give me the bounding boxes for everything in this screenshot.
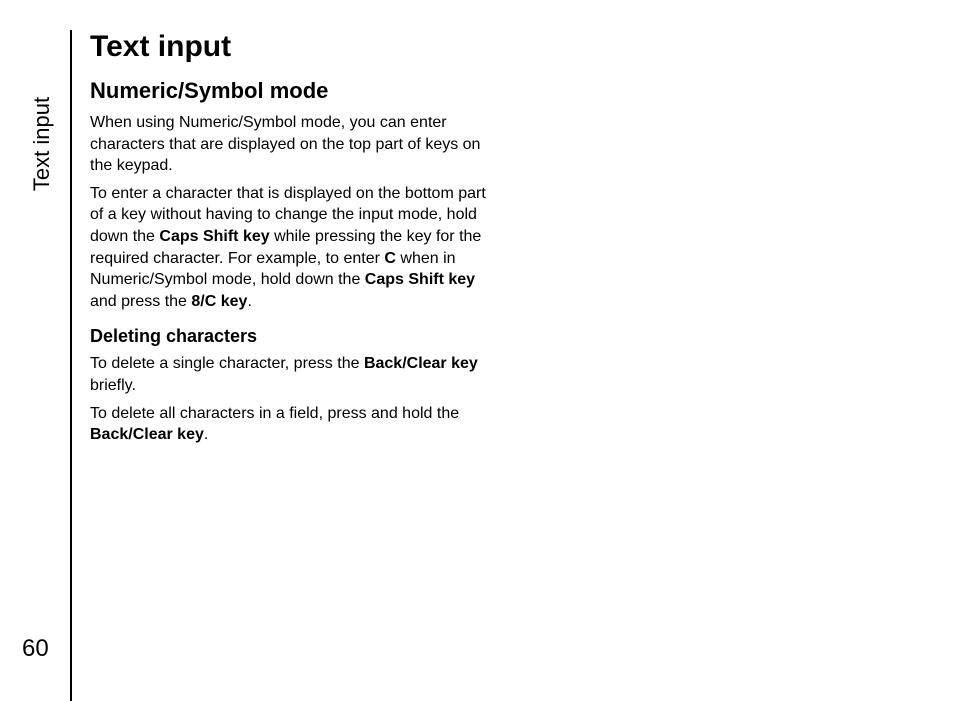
section2-paragraph2: To delete all characters in a field, pre… (90, 403, 490, 446)
text-run: . (204, 426, 208, 443)
text-run: . (247, 293, 251, 310)
sidebar-section-label: Text input (18, 34, 66, 154)
bold-8c-key: 8/C key (191, 293, 247, 310)
vertical-divider (70, 30, 72, 701)
page-content: Text input Numeric/Symbol mode When usin… (90, 30, 490, 452)
section1-paragraph2: To enter a character that is displayed o… (90, 183, 490, 313)
section1-paragraph1: When using Numeric/Symbol mode, you can … (90, 112, 490, 177)
bold-back-clear-key-1: Back/Clear key (364, 355, 478, 372)
section-heading-deleting: Deleting characters (90, 326, 490, 347)
section2-paragraph1: To delete a single character, press the … (90, 353, 490, 396)
manual-page: Text input Text input Numeric/Symbol mod… (0, 0, 954, 701)
text-run: briefly. (90, 377, 136, 394)
bold-caps-shift-key-1: Caps Shift key (159, 228, 269, 245)
bold-back-clear-key-2: Back/Clear key (90, 426, 204, 443)
bold-letter-c: C (384, 250, 396, 267)
text-run: To delete a single character, press the (90, 355, 364, 372)
bold-caps-shift-key-2: Caps Shift key (365, 271, 475, 288)
text-run: To delete all characters in a field, pre… (90, 405, 459, 422)
page-title: Text input (90, 30, 490, 64)
page-number: 60 (22, 635, 49, 663)
section-heading-numeric: Numeric/Symbol mode (90, 78, 490, 104)
text-run: and press the (90, 293, 191, 310)
sidebar-label-text: Text input (29, 97, 55, 191)
